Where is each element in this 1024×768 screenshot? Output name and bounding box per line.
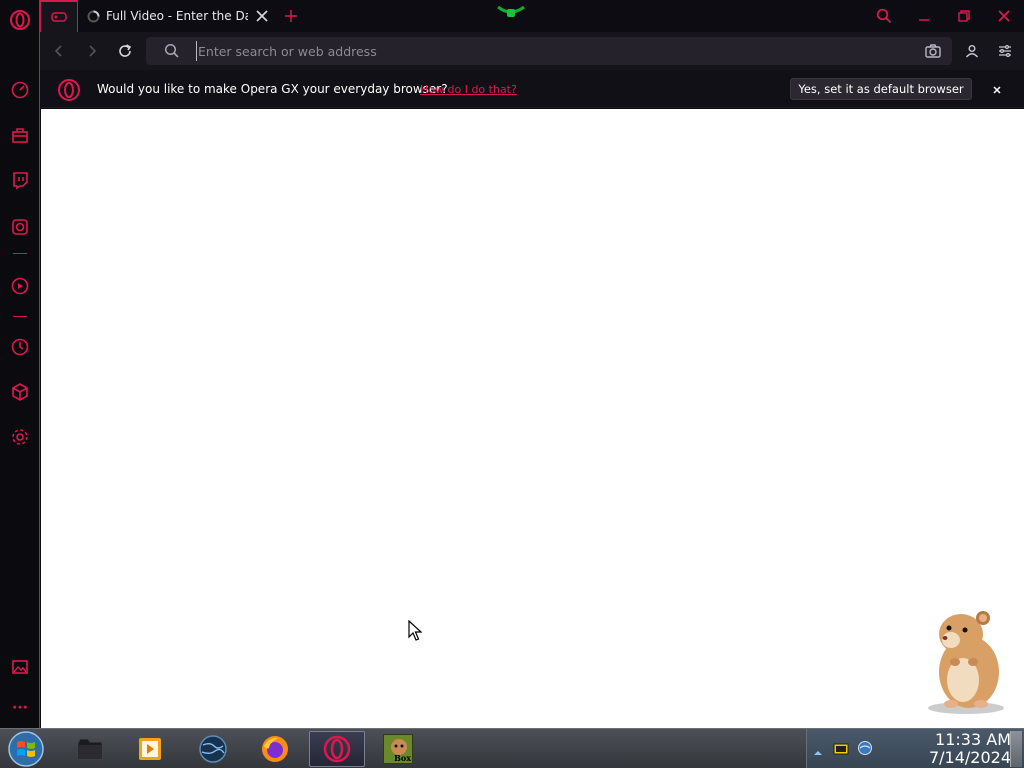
account-icon[interactable] [961, 40, 983, 62]
snapshot-camera-icon[interactable] [924, 43, 942, 59]
sidebar-divider [13, 253, 27, 254]
settings-gear-icon[interactable] [8, 425, 32, 449]
start-button[interactable] [4, 730, 48, 768]
tray-network-icon[interactable] [857, 740, 873, 756]
instagram-icon[interactable] [8, 215, 32, 239]
taskbar-bonzi-box[interactable]: Box [370, 731, 426, 767]
globe-icon [199, 735, 227, 763]
forward-arrow-icon[interactable] [81, 40, 103, 62]
back-arrow-icon[interactable] [48, 40, 70, 62]
taskbar-file-manager[interactable] [62, 731, 118, 767]
gx-store-icon[interactable] [8, 123, 32, 147]
sidebar-divider [13, 316, 27, 317]
box-label: Box [394, 753, 411, 763]
screen: ··· Full Video - Enter the Dang [0, 0, 1024, 768]
gx-corner-glow-icon [496, 4, 526, 18]
new-tab-plus-icon[interactable] [282, 7, 300, 25]
folder-icon [77, 738, 103, 760]
tray-notification-icon[interactable] [833, 741, 849, 755]
twitch-icon[interactable] [8, 168, 32, 192]
gx-control-tab[interactable] [40, 0, 78, 32]
gx-sidebar: ··· [0, 0, 40, 728]
gamepad-icon [51, 12, 67, 22]
restore-icon[interactable] [953, 5, 975, 27]
search-tabs-icon[interactable] [873, 5, 895, 27]
more-options-icon[interactable]: ··· [8, 696, 32, 720]
hamster-desktop-pet[interactable] [921, 604, 1011, 714]
navigation-bar [40, 32, 1024, 70]
loading-spinner-icon [87, 10, 100, 22]
default-browser-infobar: Would you like to make Opera GX your eve… [40, 70, 1024, 108]
how-to-link[interactable]: How do I do that? [420, 83, 517, 96]
windows-logo-icon [8, 731, 44, 767]
minimize-icon[interactable] [913, 5, 935, 27]
tray-expand-arrow-icon[interactable] [813, 743, 823, 755]
speed-dial-icon[interactable] [8, 78, 32, 102]
opera-gx-icon [323, 735, 351, 763]
firefox-icon [262, 736, 288, 762]
taskbar-globe-browser[interactable] [185, 731, 241, 767]
infobar-message: Would you like to make Opera GX your eve… [97, 82, 448, 96]
taskbar-media-player[interactable] [122, 731, 178, 767]
pinboard-image-icon[interactable] [8, 655, 32, 679]
taskbar-firefox[interactable] [247, 731, 303, 767]
search-icon [164, 43, 180, 59]
opera-logo-icon [57, 78, 81, 102]
system-tray: 11:33 AM 7/14/2024 [806, 729, 1024, 768]
show-desktop-button[interactable] [1010, 731, 1022, 767]
address-input[interactable] [196, 41, 876, 61]
page-content[interactable] [41, 109, 1024, 728]
taskbar: Box 11:33 AM 7/14/2024 [0, 728, 1024, 768]
infobar-close-icon[interactable] [990, 82, 1004, 96]
youtube-icon[interactable] [8, 274, 32, 298]
tab-video[interactable]: Full Video - Enter the Dang [80, 0, 272, 32]
tab-strip: Full Video - Enter the Dang [40, 0, 1024, 32]
address-bar[interactable] [146, 37, 952, 65]
clock-date[interactable]: 7/14/2024 [885, 748, 1011, 767]
extensions-cube-icon[interactable] [8, 380, 32, 404]
bonzi-box-icon: Box [383, 734, 413, 764]
reload-icon[interactable] [114, 40, 136, 62]
clock-time[interactable]: 11:33 AM [885, 730, 1011, 749]
history-icon[interactable] [8, 335, 32, 359]
easy-setup-menu-icon[interactable] [994, 40, 1016, 62]
mouse-cursor-icon [408, 619, 423, 642]
tab-close-icon[interactable] [254, 8, 270, 24]
set-default-browser-button[interactable]: Yes, set it as default browser [790, 78, 972, 100]
opera-logo-icon[interactable] [8, 8, 32, 32]
media-player-icon [139, 738, 161, 760]
tab-title: Full Video - Enter the Dang [106, 9, 248, 23]
taskbar-opera-gx[interactable] [309, 731, 365, 767]
close-window-icon[interactable] [993, 5, 1015, 27]
